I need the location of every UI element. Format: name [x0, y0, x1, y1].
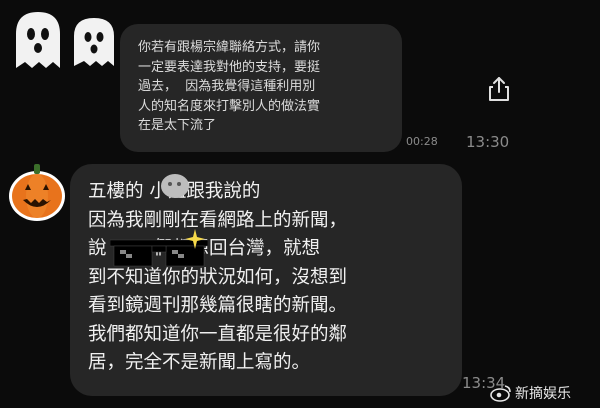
watermark: 新摘娱乐 — [490, 383, 571, 403]
weibo-logo-icon — [490, 385, 511, 402]
pumpkin-avatar-icon — [9, 164, 65, 221]
share-icon[interactable] — [484, 74, 514, 104]
incoming-message-bubble[interactable]: 五樓的 小姐跟我說的 因為我剛剛在看網路上的新聞， 說 們都想回台灣，就想 到不… — [70, 164, 462, 396]
ghosts-avatar-icon — [16, 12, 114, 68]
sticker-cover-icon — [161, 174, 189, 198]
voice-duration: 00:28 — [406, 135, 438, 148]
incoming-message-text: 五樓的 小姐跟我說的 因為我剛剛在看網路上的新聞， 說 們都想回台灣，就想 到不… — [88, 181, 348, 373]
outgoing-message-text: 你若有跟楊宗緯聯絡方式，請你 一定要表達我對他的支持，要挺 過去， 因為我覺得這… — [138, 40, 321, 133]
watermark-text: 新摘娱乐 — [515, 386, 571, 402]
message-timestamp: 13:30 — [466, 133, 510, 151]
outgoing-message-bubble[interactable]: 你若有跟楊宗緯聯絡方式，請你 一定要表達我對他的支持，要挺 過去， 因為我覺得這… — [120, 24, 402, 152]
sparkle-icon — [185, 229, 205, 249]
